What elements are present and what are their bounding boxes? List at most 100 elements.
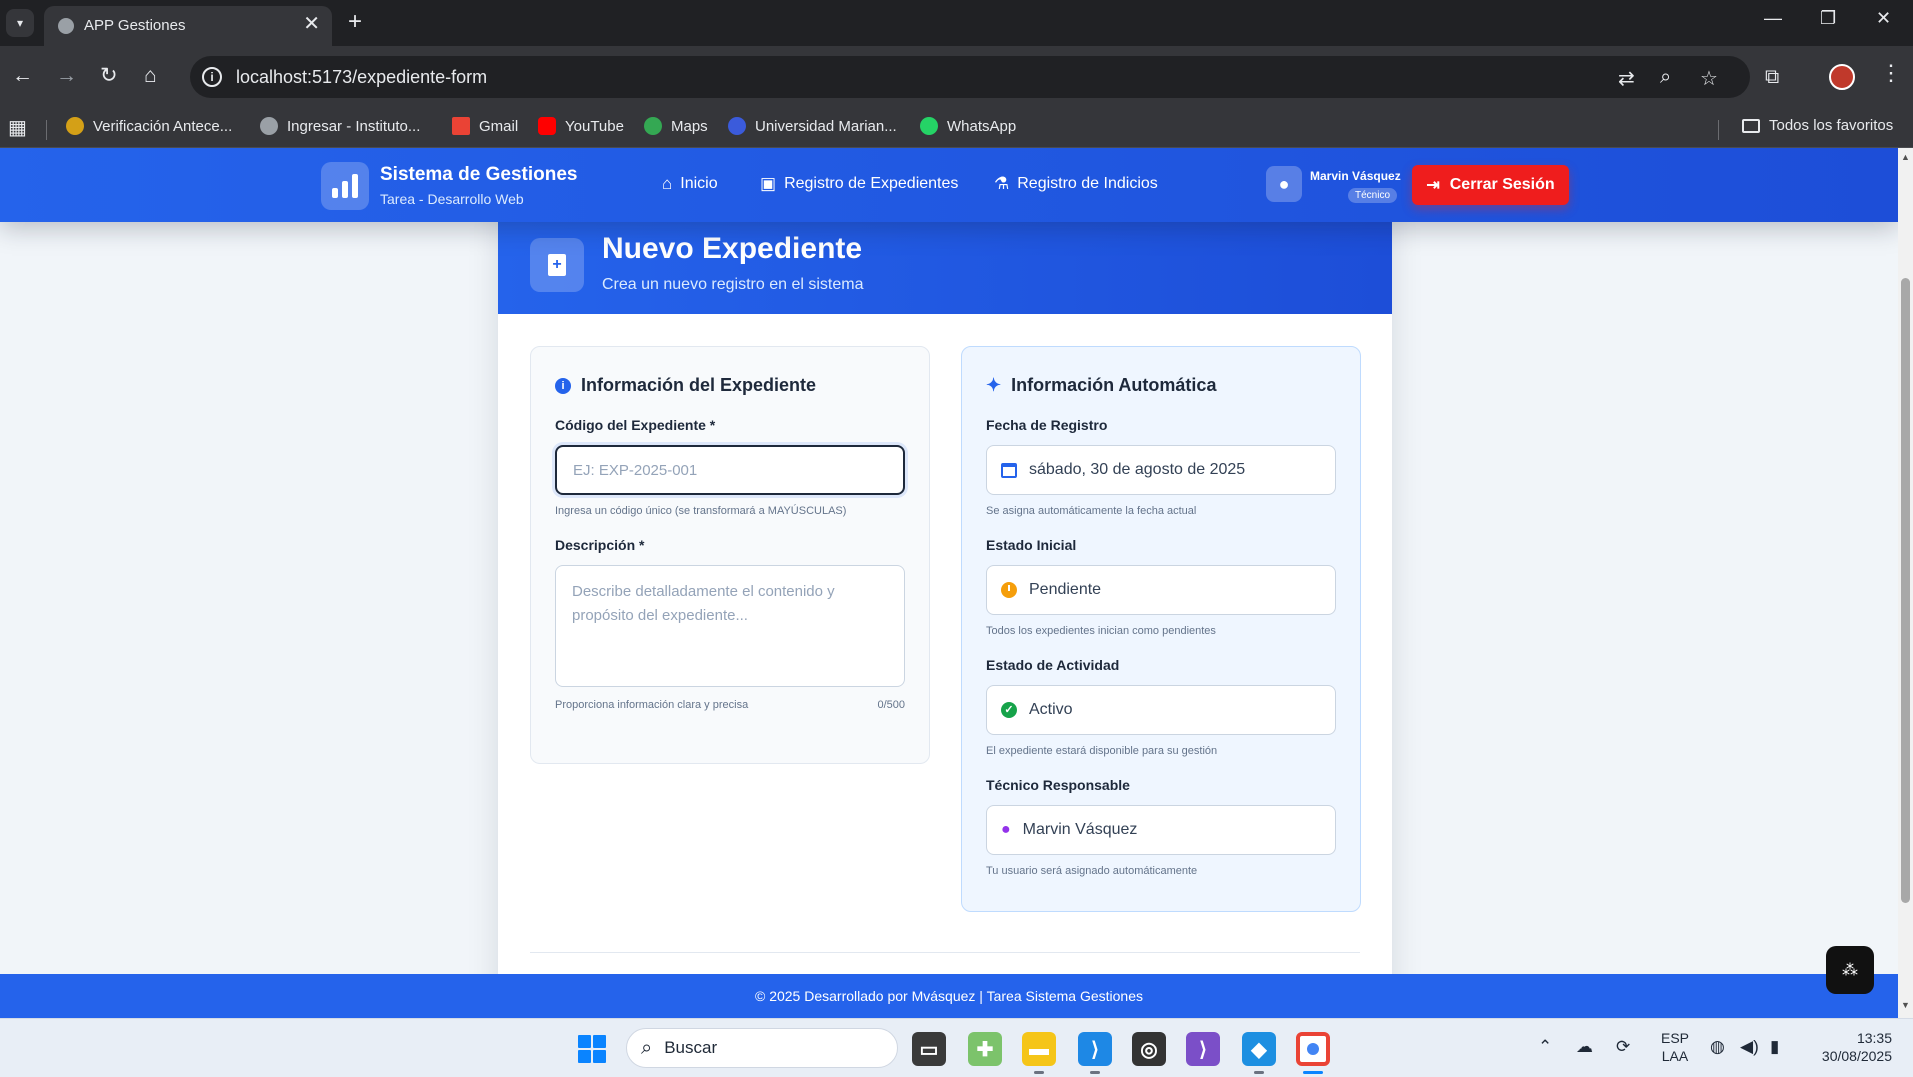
new-tab-button[interactable]: + xyxy=(348,9,362,35)
section-title-text: Información del Expediente xyxy=(581,375,817,395)
forward-icon[interactable]: → xyxy=(56,64,77,88)
bookmark-star-icon[interactable]: ☆ xyxy=(1700,66,1718,91)
bookmark-label: Gmail xyxy=(479,117,519,135)
running-indicator xyxy=(1090,1071,1100,1074)
widgets-app-icon[interactable]: ✚ xyxy=(968,1032,1002,1066)
clock-icon xyxy=(1001,582,1017,598)
code-input[interactable] xyxy=(555,445,905,495)
vscode-icon[interactable]: ⟩ xyxy=(1078,1032,1112,1066)
clock-time: 13:35 xyxy=(1856,1030,1892,1046)
user-avatar-icon: ● xyxy=(1266,166,1302,202)
description-help: Proporciona información clara y precisa xyxy=(555,699,749,711)
close-window-icon[interactable]: ✕ xyxy=(1876,8,1891,29)
nav-inicio[interactable]: ⌂ Inicio xyxy=(662,174,718,194)
cloud-icon[interactable]: ☁ xyxy=(1576,1037,1593,1057)
extensions-icon[interactable]: ⧉ xyxy=(1765,66,1779,89)
active-indicator xyxy=(1303,1071,1323,1074)
url-text[interactable]: localhost:5173/expediente-form xyxy=(236,67,487,88)
nav-registro-indicios[interactable]: ⚗ Registro de Indicios xyxy=(994,174,1158,194)
blackbox-widget[interactable]: ⁂ xyxy=(1826,946,1874,994)
scroll-down-icon[interactable]: ▼ xyxy=(1901,1000,1910,1010)
tab-search-button[interactable]: ▾ xyxy=(6,9,34,37)
section-title: i Información del Expediente xyxy=(555,375,816,396)
apps-grid-icon[interactable]: ▦ xyxy=(8,118,27,138)
file-explorer-icon[interactable]: ▬ xyxy=(1022,1032,1056,1066)
chrome-icon[interactable] xyxy=(1296,1032,1330,1066)
all-favorites-button[interactable]: Todos los favoritos xyxy=(1742,117,1893,134)
app-icon[interactable]: ◎ xyxy=(1132,1032,1166,1066)
initial-status-value: Pendiente xyxy=(1029,581,1102,598)
docker-icon[interactable]: ◆ xyxy=(1242,1032,1276,1066)
form-divider xyxy=(530,952,1360,953)
bookmark-item[interactable]: Universidad Marian... xyxy=(728,117,897,135)
registration-date-field: sábado, 30 de agosto de 2025 xyxy=(986,445,1336,495)
bookmark-item[interactable]: Ingresar - Instituto... xyxy=(260,117,420,135)
all-favorites-label: Todos los favoritos xyxy=(1769,117,1894,134)
section-title: ✦ Información Automática xyxy=(986,375,1216,396)
reload-icon[interactable]: ↻ xyxy=(100,64,118,88)
bookmark-item[interactable]: Maps xyxy=(644,117,708,135)
language-indicator[interactable]: ESP LAA xyxy=(1660,1029,1690,1065)
technician-value: Marvin Vásquez xyxy=(1022,821,1138,838)
browser-tab-bar: ▾ APP Gestiones ✕ + — ❐ ✕ xyxy=(0,0,1913,46)
visual-studio-icon[interactable]: ⟩ xyxy=(1186,1032,1220,1066)
running-indicator xyxy=(1034,1071,1044,1074)
activity-status-value: Activo xyxy=(1029,701,1073,718)
check-circle-icon: ✓ xyxy=(1001,702,1017,718)
site-info-icon[interactable]: i xyxy=(202,67,222,87)
bookmark-label: YouTube xyxy=(565,117,624,135)
sync-icon[interactable]: ⟳ xyxy=(1616,1037,1630,1057)
browser-tab[interactable]: APP Gestiones ✕ xyxy=(44,6,332,46)
taskbar: ⌕ Buscar ▭ ✚ ▬ ⟩ ◎ ⟩ ◆ ⌃ ☁ ⟳ ESP LAA ◍ ◀… xyxy=(0,1018,1913,1077)
description-textarea[interactable] xyxy=(555,565,905,687)
profile-avatar[interactable] xyxy=(1829,64,1855,90)
page-scrollbar[interactable]: ▲ ▼ xyxy=(1898,148,1913,1018)
bookmark-item[interactable]: Gmail xyxy=(452,117,518,135)
bookmark-label: WhatsApp xyxy=(947,117,1017,135)
volume-icon[interactable]: ◀) xyxy=(1740,1037,1759,1057)
brand-title[interactable]: Sistema de Gestiones xyxy=(380,164,577,186)
page-title: Nuevo Expediente xyxy=(602,232,863,265)
back-icon[interactable]: ← xyxy=(12,64,33,88)
close-tab-icon[interactable]: ✕ xyxy=(303,14,320,34)
clock[interactable]: 13:35 30/08/2025 xyxy=(1808,1029,1892,1065)
address-bar[interactable]: i localhost:5173/expediente-form ⇄ ⌕ ☆ xyxy=(190,56,1750,98)
bookmark-label: Verificación Antece... xyxy=(93,117,233,135)
scroll-up-icon[interactable]: ▲ xyxy=(1901,152,1910,162)
translate-icon[interactable]: ⇄ xyxy=(1618,66,1635,91)
registration-date-help: Se asigna automáticamente la fecha actua… xyxy=(986,505,1197,517)
info-icon: i xyxy=(555,377,571,394)
task-view-icon[interactable]: ▭ xyxy=(912,1032,946,1066)
initial-status-help: Todos los expedientes inician como pendi… xyxy=(986,625,1216,637)
technician-label: Técnico Responsable xyxy=(986,777,1130,793)
user-name: Marvin Vásquez xyxy=(1310,169,1401,183)
chart-bars-icon[interactable] xyxy=(321,162,369,210)
windows-start-icon[interactable] xyxy=(578,1035,606,1063)
network-icon[interactable]: ◍ xyxy=(1710,1037,1725,1057)
home-browser-icon[interactable]: ⌂ xyxy=(144,64,157,88)
zoom-icon[interactable]: ⌕ xyxy=(1660,66,1671,89)
bookmark-item[interactable]: WhatsApp xyxy=(920,117,1016,135)
bookmark-item[interactable]: YouTube xyxy=(538,117,624,135)
battery-icon[interactable]: ▮ xyxy=(1770,1037,1779,1057)
minimize-icon[interactable]: — xyxy=(1764,8,1782,29)
show-hidden-icons[interactable]: ⌃ xyxy=(1538,1037,1552,1057)
initial-status-label: Estado Inicial xyxy=(986,537,1077,553)
logout-button[interactable]: ⇥ Cerrar Sesión xyxy=(1412,165,1569,205)
menu-icon[interactable]: ⋮ xyxy=(1880,60,1902,86)
logout-icon: ⇥ xyxy=(1426,177,1440,194)
folder-plus-icon: ▣ xyxy=(760,174,777,193)
nav-label: Registro de Expedientes xyxy=(784,175,959,192)
taskbar-search[interactable]: ⌕ Buscar xyxy=(626,1028,898,1068)
scrollbar-thumb[interactable] xyxy=(1901,278,1910,903)
initial-status-field: Pendiente xyxy=(986,565,1336,615)
globe-icon xyxy=(58,18,74,34)
nav-registro-expedientes[interactable]: ▣ Registro de Expedientes xyxy=(760,174,958,194)
restore-icon[interactable]: ❐ xyxy=(1820,8,1836,29)
code-help: Ingresa un código único (se transformará… xyxy=(555,505,847,517)
bookmarks-divider xyxy=(1718,120,1719,140)
youtube-icon xyxy=(538,117,556,135)
bookmark-label: Universidad Marian... xyxy=(755,117,897,135)
bookmark-item[interactable]: Verificación Antece... xyxy=(66,117,232,135)
expediente-info-panel: i Información del Expediente Código del … xyxy=(530,346,930,764)
